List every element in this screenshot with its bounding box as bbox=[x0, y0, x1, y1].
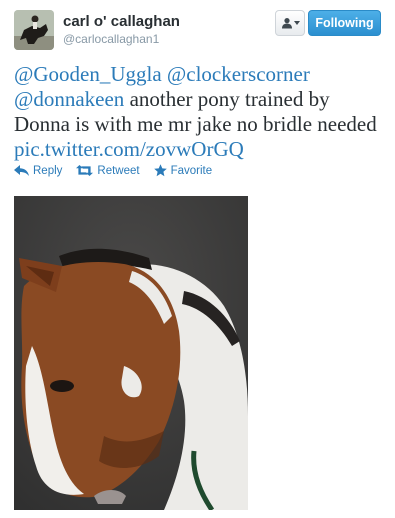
avatar-image bbox=[14, 10, 54, 50]
following-button[interactable]: Following bbox=[308, 10, 381, 36]
caret-down-icon bbox=[293, 21, 300, 25]
retweet-label: Retweet bbox=[97, 164, 140, 177]
reply-button[interactable]: Reply bbox=[14, 164, 62, 177]
mention-donnakeen[interactable]: @donnakeen bbox=[14, 87, 124, 111]
reply-label: Reply bbox=[33, 164, 63, 177]
user-name[interactable]: carl o' callaghan bbox=[63, 13, 180, 30]
reply-icon bbox=[14, 165, 29, 176]
favorite-label: Favorite bbox=[170, 164, 213, 177]
star-icon bbox=[153, 164, 167, 177]
tweet-actions: Reply Retweet Favorite bbox=[14, 164, 212, 177]
user-menu-button[interactable] bbox=[275, 10, 305, 36]
avatar[interactable] bbox=[14, 10, 54, 50]
horse-photo bbox=[14, 196, 248, 510]
user-handle[interactable]: @carlocallaghan1 bbox=[63, 32, 159, 46]
retweet-icon bbox=[76, 165, 94, 176]
tweet-photo-link[interactable]: pic.twitter.com/zovwOrGQ bbox=[14, 137, 244, 161]
favorite-button[interactable]: Favorite bbox=[153, 164, 213, 177]
tweet-photo[interactable] bbox=[14, 196, 248, 510]
person-icon bbox=[281, 18, 292, 29]
mention-clockerscorner[interactable]: @clockerscorner bbox=[167, 62, 310, 86]
mention-gooden-uggla[interactable]: @Gooden_Uggla bbox=[14, 62, 162, 86]
retweet-button[interactable]: Retweet bbox=[76, 164, 140, 177]
tweet-text: @Gooden_Uggla @clockerscorner @donnakeen… bbox=[14, 62, 386, 162]
